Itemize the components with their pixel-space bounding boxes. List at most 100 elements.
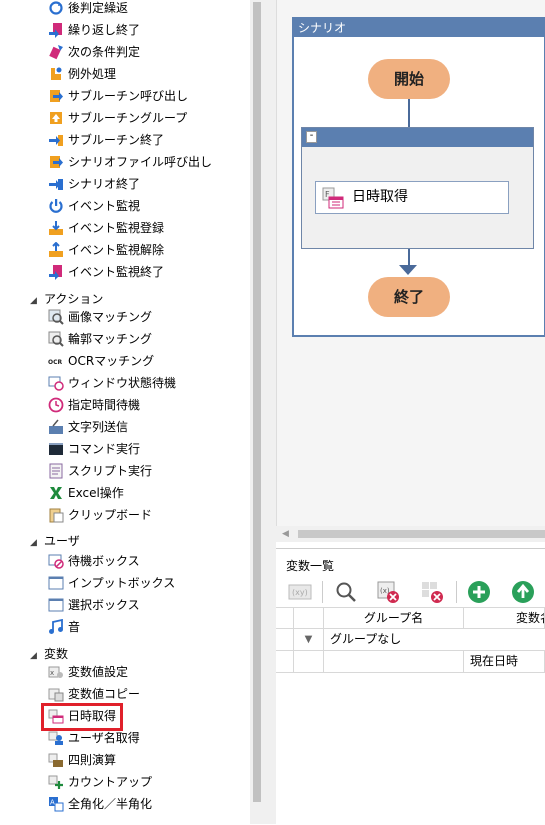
group-name-cell: グループなし <box>330 632 402 646</box>
action-node-datetime[interactable]: F 日時取得 <box>315 181 509 214</box>
group-block[interactable]: - F 日時取得 <box>301 127 534 249</box>
scrollbar-thumb[interactable] <box>298 530 545 538</box>
command-icon <box>49 443 63 455</box>
table-row-group[interactable]: ▼ グループなし <box>276 629 545 651</box>
category-label: ユーザ <box>44 534 80 548</box>
datetime-icon: F <box>322 187 344 209</box>
toolbar-separator <box>456 581 457 603</box>
delete-group-icon[interactable] <box>420 580 444 604</box>
var-copy-icon <box>48 688 64 702</box>
clock-icon <box>48 397 64 413</box>
tree-item-label: 例外処理 <box>68 67 117 81</box>
action-tree-panel: 後判定繰返 繰り返し終了 次の条件判定 例外処理 サブルーチン呼び出し サブルー… <box>0 0 250 824</box>
toolbar-separator <box>322 581 323 603</box>
variable-toolbar: (xy) (x) <box>276 577 545 607</box>
move-up-icon[interactable] <box>511 580 535 604</box>
contour-match-icon <box>48 331 64 347</box>
variable-name-cell: 現在日時 <box>464 651 545 672</box>
tree-item-label: 全角化／半角化 <box>68 797 153 811</box>
tree-item-label: 画像マッチング <box>68 310 153 324</box>
window-wait-icon <box>48 376 64 391</box>
select-box-icon <box>48 598 64 612</box>
calc-icon <box>48 753 63 767</box>
variable-xyz-icon[interactable]: (xy) <box>288 580 312 604</box>
selection-highlight <box>41 703 123 731</box>
input-box-icon <box>48 576 64 590</box>
category-label: アクション <box>44 292 104 306</box>
var-set-icon: x <box>48 666 63 678</box>
collapse-button[interactable]: - <box>306 131 317 143</box>
tree-item-label: 輪郭マッチング <box>68 332 153 346</box>
tree-item-label: シナリオファイル呼び出し <box>68 155 213 169</box>
table-row-variable[interactable]: 現在日時 <box>276 651 545 673</box>
tree-item-label: コマンド実行 <box>68 442 141 456</box>
flow-canvas[interactable]: シナリオ 開始 - F 日時取得 終了 <box>276 0 545 542</box>
event-monitor-end-icon <box>49 265 62 280</box>
canvas-horizontal-scrollbar[interactable]: ◀ <box>276 526 545 542</box>
tree-item-label: 変数値設定 <box>68 665 129 679</box>
group-name-cell <box>324 651 464 672</box>
category-user[interactable]: ◢ ユーザ <box>30 530 80 552</box>
category-variable[interactable]: ◢ 変数 <box>30 643 68 665</box>
tree-item-label: ウィンドウ状態待機 <box>68 376 177 390</box>
delete-variable-icon[interactable]: (x) <box>376 580 400 604</box>
scenario-call-icon <box>50 156 63 168</box>
row-header-cell <box>276 651 294 672</box>
scenario-container[interactable]: シナリオ 開始 - F 日時取得 終了 <box>292 17 545 337</box>
connector-line <box>408 99 410 127</box>
svg-text:A: A <box>50 799 55 807</box>
column-header-group[interactable]: グループ名 <box>324 608 464 629</box>
wait-box-icon <box>48 554 64 569</box>
collapse-arrow-icon[interactable]: ◢ <box>30 645 44 667</box>
row-header-cell <box>276 608 294 629</box>
tree-item-label: 選択ボックス <box>68 598 140 612</box>
exception-icon <box>51 67 62 80</box>
text-send-icon <box>49 419 63 434</box>
collapse-arrow-icon[interactable]: ◢ <box>30 532 44 554</box>
tree-item-label: 文字列送信 <box>68 420 129 434</box>
expand-arrow-icon[interactable]: ▼ <box>294 629 324 650</box>
end-node[interactable]: 終了 <box>368 277 450 317</box>
tree-item-label: 待機ボックス <box>68 554 140 568</box>
tree-item-label: 繰り返し終了 <box>68 23 141 37</box>
subroutine-group-icon <box>50 112 62 124</box>
event-unregister-icon <box>49 242 63 257</box>
collapse-arrow-icon[interactable]: ◢ <box>30 290 44 312</box>
tree-item-label: 音 <box>68 620 81 634</box>
tree-item-label: Excel操作 <box>68 486 124 500</box>
variable-list-panel: 変数一覧 (xy) (x) グループ名 変数名 ▼ グループなし 現在日時 <box>276 548 545 825</box>
panel-splitter[interactable] <box>264 0 276 824</box>
tree-item-label: 変数値コピー <box>68 687 141 701</box>
tree-item-label: サブルーチン呼び出し <box>68 89 189 103</box>
scenario-end-icon <box>49 179 63 190</box>
tree-item-label: イベント監視 <box>68 199 141 213</box>
countup-icon <box>48 775 63 789</box>
tree-item-label: 四則演算 <box>68 753 117 767</box>
image-match-icon <box>48 309 64 325</box>
music-icon <box>49 619 63 634</box>
connector-arrow-icon <box>399 265 417 275</box>
scroll-left-icon[interactable]: ◀ <box>282 529 289 539</box>
tree-item-label: OCRマッチング <box>68 354 155 368</box>
scrollbar-thumb[interactable] <box>253 2 261 802</box>
ocr-icon: OCR <box>48 359 63 366</box>
scenario-title: シナリオ <box>294 19 544 37</box>
add-icon[interactable] <box>467 580 491 604</box>
column-header-variable[interactable]: 変数名 <box>464 608 545 629</box>
tree-item-label: シナリオ終了 <box>68 177 141 191</box>
tree-item-label: サブルーチン終了 <box>68 133 165 147</box>
group-block-header <box>302 128 533 147</box>
tree-item-label: イベント監視終了 <box>68 265 165 279</box>
loop-after-icon <box>49 1 63 15</box>
expander-header-cell <box>294 608 324 629</box>
subroutine-end-icon <box>49 135 63 146</box>
event-register-icon <box>49 221 63 235</box>
tree-item-label: クリップボード <box>68 508 153 522</box>
indent-cell <box>294 651 324 672</box>
svg-text:x: x <box>50 669 54 677</box>
start-node[interactable]: 開始 <box>368 59 450 99</box>
tree-scrollbar[interactable] <box>250 0 264 824</box>
search-icon[interactable] <box>334 580 358 604</box>
width-convert-icon: A <box>49 797 64 812</box>
svg-text:(xy): (xy) <box>292 588 308 597</box>
